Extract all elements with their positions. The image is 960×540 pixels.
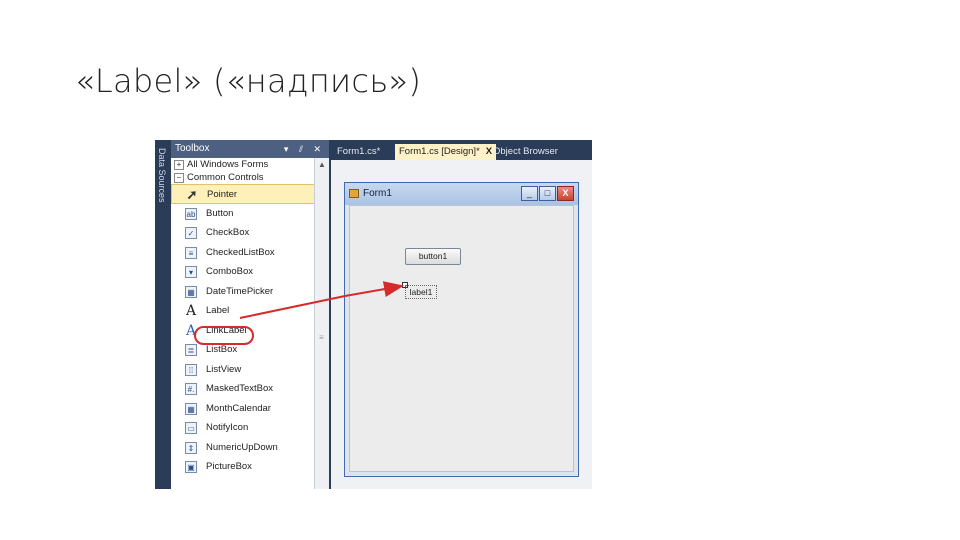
scroll-up-icon[interactable]: ▲ <box>315 158 329 172</box>
data-sources-label: Data Sources <box>157 148 167 203</box>
pointer-arrow-icon: ➚ <box>186 187 198 202</box>
tab-label: Form1.cs [Design]* <box>399 146 480 157</box>
tab-label: Object Browser <box>493 146 558 157</box>
toolbox-item-label: DateTimePicker <box>206 285 274 297</box>
category-label: Common Controls <box>187 172 264 183</box>
label1-control[interactable]: label1 <box>405 285 437 299</box>
toolbox-title-bar: Toolbox ▾ ⫽ ✕ <box>171 140 329 158</box>
slide-title: «Label» («надпись») <box>75 62 422 100</box>
numericupdown-icon: ⇕ <box>185 441 197 454</box>
toolbox-item-numericupdown[interactable]: ⇕ NumericUpDown <box>171 438 315 458</box>
toolbox-item-picturebox[interactable]: ▣ PictureBox <box>171 457 315 477</box>
maskedtextbox-icon: #. <box>185 383 197 395</box>
form1-title-bar[interactable]: Form1 _ □ X <box>345 183 578 205</box>
toolbox-item-monthcalendar[interactable]: ▦ MonthCalendar <box>171 399 315 419</box>
tab-object-browser[interactable]: Object Browser <box>489 144 562 160</box>
form1-window[interactable]: Form1 _ □ X button1 label1 <box>344 182 579 477</box>
toolbox-item-label: Pointer <box>207 189 238 200</box>
combobox-icon: ▾ <box>185 266 197 278</box>
toolbox-item-button[interactable]: ab Button <box>171 204 315 224</box>
ide-screenshot: Data Sources Toolbox ▾ ⫽ ✕ + All Windows … <box>155 140 592 489</box>
form1-caption: Form1 <box>363 188 392 199</box>
toolbox-window-controls[interactable]: ▾ ⫽ ✕ <box>284 140 325 158</box>
scroll-grip-icon[interactable]: ≡ <box>319 333 324 342</box>
toolbox-item-label: CheckedListBox <box>206 246 275 258</box>
checkbox-icon: ✓ <box>185 227 197 239</box>
listbox-icon: ≣ <box>185 344 197 356</box>
document-tabs: Form1.cs* Form1.cs [Design]* X Object Bro… <box>331 140 592 160</box>
toolbox-item-label: ComboBox <box>206 266 253 277</box>
collapse-icon[interactable]: − <box>174 173 184 183</box>
toolbox-item-label[interactable]: A Label <box>171 301 315 321</box>
toolbox-item-label: ListView <box>206 363 242 375</box>
designer-surface: Form1 _ □ X button1 label1 <box>331 160 592 489</box>
expand-icon[interactable]: + <box>174 160 184 170</box>
listview-icon: ⁞⁞ <box>185 363 197 376</box>
toolbox-item-label: MaskedTextBox <box>206 383 274 394</box>
label-highlight-circle <box>194 326 254 345</box>
toolbox-item-notifyicon[interactable]: ▭ NotifyIcon <box>171 418 315 438</box>
category-label: All Windows Forms <box>187 159 269 170</box>
toolbox-item-checkedlistbox[interactable]: ≡ CheckedListBox <box>171 243 315 263</box>
toolbox-item-label: PictureBox <box>206 461 252 472</box>
category-common-controls[interactable]: − Common Controls <box>171 171 315 184</box>
tab-form1-cs[interactable]: Form1.cs* <box>333 144 384 160</box>
toolbox-item-label: CheckBox <box>206 227 250 238</box>
toolbox-item-label: MonthCalendar <box>206 402 271 414</box>
toolbox-item-maskedtextbox[interactable]: #. MaskedTextBox <box>171 379 315 399</box>
toolbox-item-listview[interactable]: ⁞⁞ ListView <box>171 360 315 380</box>
toolbox-item-checkbox[interactable]: ✓ CheckBox <box>171 223 315 243</box>
toolbox-item-pointer[interactable]: ➚ Pointer <box>171 184 315 204</box>
toolbox-item-label: Label <box>206 305 230 316</box>
close-icon[interactable]: X <box>557 186 574 201</box>
monthcalendar-icon: ▦ <box>185 402 197 415</box>
toolbox-list: + All Windows Forms − Common Controls ➚ Po… <box>171 158 315 489</box>
toolbox-item-label: NotifyIcon <box>206 422 249 433</box>
category-all-windows-forms[interactable]: + All Windows Forms <box>171 158 315 171</box>
toolbox-item-label: Button <box>206 207 234 219</box>
toolbox-title: Toolbox <box>175 143 210 154</box>
picturebox-icon: ▣ <box>185 461 197 473</box>
checkedlistbox-icon: ≡ <box>185 246 197 259</box>
maximize-icon[interactable]: □ <box>539 186 556 201</box>
toolbox-item-label: NumericUpDown <box>206 441 278 453</box>
button-icon: ab <box>185 207 197 220</box>
toolbox-item-datetimepicker[interactable]: ▦ DateTimePicker <box>171 282 315 302</box>
tab-label: Form1.cs* <box>337 146 381 157</box>
label-a-icon: A <box>185 303 197 319</box>
notifyicon-icon: ▭ <box>185 422 197 434</box>
button1-control[interactable]: button1 <box>405 248 461 265</box>
toolbox-item-combobox[interactable]: ▾ ComboBox <box>171 262 315 282</box>
toolbox-scrollbar[interactable]: ▲ ≡ <box>314 158 329 489</box>
form-app-icon <box>349 189 359 198</box>
toolbox-item-label: ListBox <box>206 344 238 355</box>
minimize-icon[interactable]: _ <box>521 186 538 201</box>
data-sources-strip[interactable]: Data Sources <box>155 140 171 489</box>
tab-form1-design[interactable]: Form1.cs [Design]* X <box>395 144 497 160</box>
toolbox-panel: Toolbox ▾ ⫽ ✕ + All Windows Forms − Common… <box>171 140 329 489</box>
form1-client-area[interactable]: button1 label1 <box>349 205 574 472</box>
datetimepicker-icon: ▦ <box>185 285 197 298</box>
document-area: Form1.cs* Form1.cs [Design]* X Object Bro… <box>331 140 592 489</box>
